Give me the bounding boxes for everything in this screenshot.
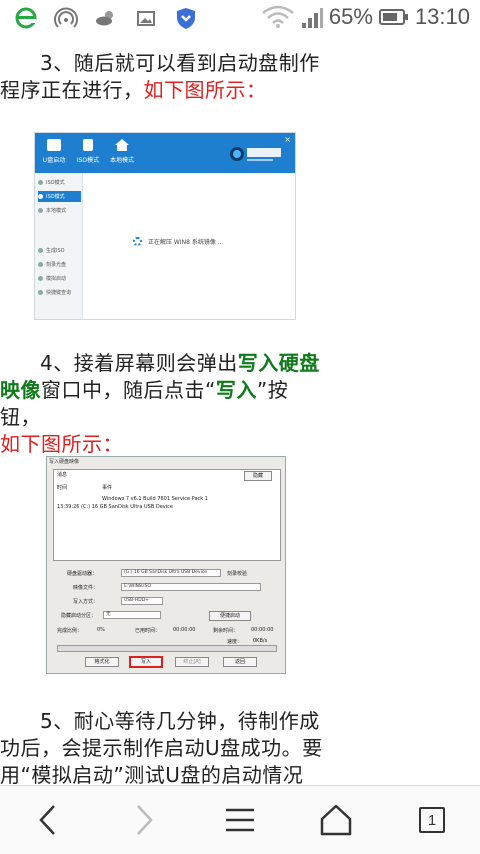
remaining-value: 00:00:00 [251,627,274,633]
status-bar: 65% 13:10 [0,0,480,38]
done-value: 0% [97,627,105,633]
sidebar-item: 本地模式 [38,205,81,216]
abort-button: 终止[A] [175,657,209,667]
menu-nav-button[interactable] [216,798,264,842]
progress-status: 正在解压 WIN8 系统镜像 ... [133,237,223,246]
hide-button: 隐藏 [244,471,272,481]
elapsed-value: 00:00:00 [173,627,196,633]
home-nav-button[interactable] [312,798,360,842]
forward-icon [137,805,153,835]
signal-icon [301,8,323,28]
back-button: 返回 [223,657,257,667]
weather-icon [96,11,113,26]
step4-emphasis: 写入 [215,378,257,402]
hide-partition-label: 隐藏启动分区： [61,613,97,619]
app-toolbar: U盘启动 ISO模式 本地模式 × [35,133,295,173]
dialog-title: 写入硬盘映像 [49,459,80,465]
progress-status-text: 正在解压 WIN8 系统镜像 ... [148,239,224,246]
disk-select: (G:) 16 GB SanDisk Ultra USB Device [121,569,221,577]
list-header: 消息 [57,472,68,478]
app-sidebar: ISO模式 ISO模式 本地模式 生成ISO 刻录光盘 模拟启动 快捷键查询 [35,173,83,319]
figure-startup-disk-progress: U盘启动 ISO模式 本地模式 × ISO模式 ISO模式 本地模式 生成ISO… [34,132,296,320]
step4-text: 4、接着屏幕则会弹出 [40,351,238,375]
done-label: 完成比例： [57,628,83,634]
elapsed-label: 已用时间： [135,628,161,634]
step3-link-text: 如下图所示： [143,78,267,102]
list-header: 时间 [57,485,68,491]
sidebar-item-selected: ISO模式 [38,191,81,202]
sidebar-item: 快捷键查询 [38,287,81,298]
loading-spinner-icon [133,237,142,246]
battery-percent: 65% [328,4,373,29]
list-header: 事件 [102,485,113,491]
figure-write-disk-image: 写入硬盘映像 消息 隐藏 时间 事件 Windows 7 v6.1 Build … [46,456,286,674]
browser-e-icon [15,7,37,29]
step5-text: 5、耐心等待几分钟，待制作成功后，会提示制作启动U盘成功。要用“模拟启动”测试U… [0,709,323,785]
progress-bar [57,645,277,652]
sidebar-item: 模拟启动 [38,273,81,284]
sidebar-item: 刻录光盘 [38,259,81,270]
image-label: 映像文件： [73,585,99,591]
clock: 13:10 [414,4,470,29]
app-logo-icon [230,147,281,161]
status-bar-left [14,6,198,30]
step5-paragraph: 5、耐心等待几分钟，待制作成功后，会提示制作启动U盘成功。要用“模拟启动”测试U… [0,708,324,785]
list-cell: 13:39:26 (C:) 16 GB SanDisk Ultra USB De… [57,504,173,510]
tabs-nav-button[interactable]: 1 [408,798,456,842]
sidebar-item: 生成ISO [38,245,81,256]
step4-text: 窗口中，随后点击“ [41,378,216,402]
wifi-icon [262,5,294,28]
menu-icon [226,808,254,832]
message-list: 消息 隐藏 时间 事件 Windows 7 v6.1 Build 7601 Se… [53,469,281,561]
write-mode-label: 写入方式： [73,599,99,605]
close-icon: × [284,135,291,144]
browser-nav-bar: 1 [0,785,480,854]
tabs-icon: 1 [419,807,445,833]
list-cell: Windows 7 v6.1 Build 7601 Service Pack 1 [102,496,208,502]
hide-partition-select: 无 [103,611,161,619]
quick-boot-button: 便捷启动 [209,611,251,621]
image-field: E:\WIN8.ISO [121,583,261,591]
tab-local-mode: 本地模式 [107,137,137,169]
home-icon [320,804,352,836]
status-bar-right: 65% 13:10 [261,4,470,30]
format-button: 格式化 [85,657,119,667]
write-button: 写入 [129,656,163,668]
sidebar-item: ISO模式 [38,177,81,188]
back-nav-button[interactable] [24,798,72,842]
image-icon [137,11,155,26]
article-content[interactable]: 3、随后就可以看到启动盘制作程序正在进行，如下图所示： U盘启动 ISO模式 本… [0,38,480,785]
write-mode-select: USB-HDD+ [121,597,163,605]
battery-icon [378,9,408,25]
step3-paragraph: 3、随后就可以看到启动盘制作程序正在进行，如下图所示： [0,50,324,104]
forward-nav-button[interactable] [120,798,168,842]
speed-label: 速度： [227,639,243,645]
tab-iso-mode: ISO模式 [73,137,103,169]
tab-usb-boot: U盘启动 [39,137,69,169]
step4-link-text: 如下图所示： [0,432,123,456]
remaining-label: 剩余时间： [213,628,239,634]
verify-checkbox: 刻录校验 [227,571,248,577]
shield-download-icon [177,8,195,29]
back-icon [39,805,55,835]
disk-label: 硬盘驱动器： [67,571,98,577]
speed-value: 0KB/s [253,638,268,644]
step4-paragraph: 4、接着屏幕则会弹出写入硬盘映像窗口中，随后点击“写入”按钮， 如下图所示： [0,350,324,458]
wifi-hotspot-icon [54,7,78,28]
